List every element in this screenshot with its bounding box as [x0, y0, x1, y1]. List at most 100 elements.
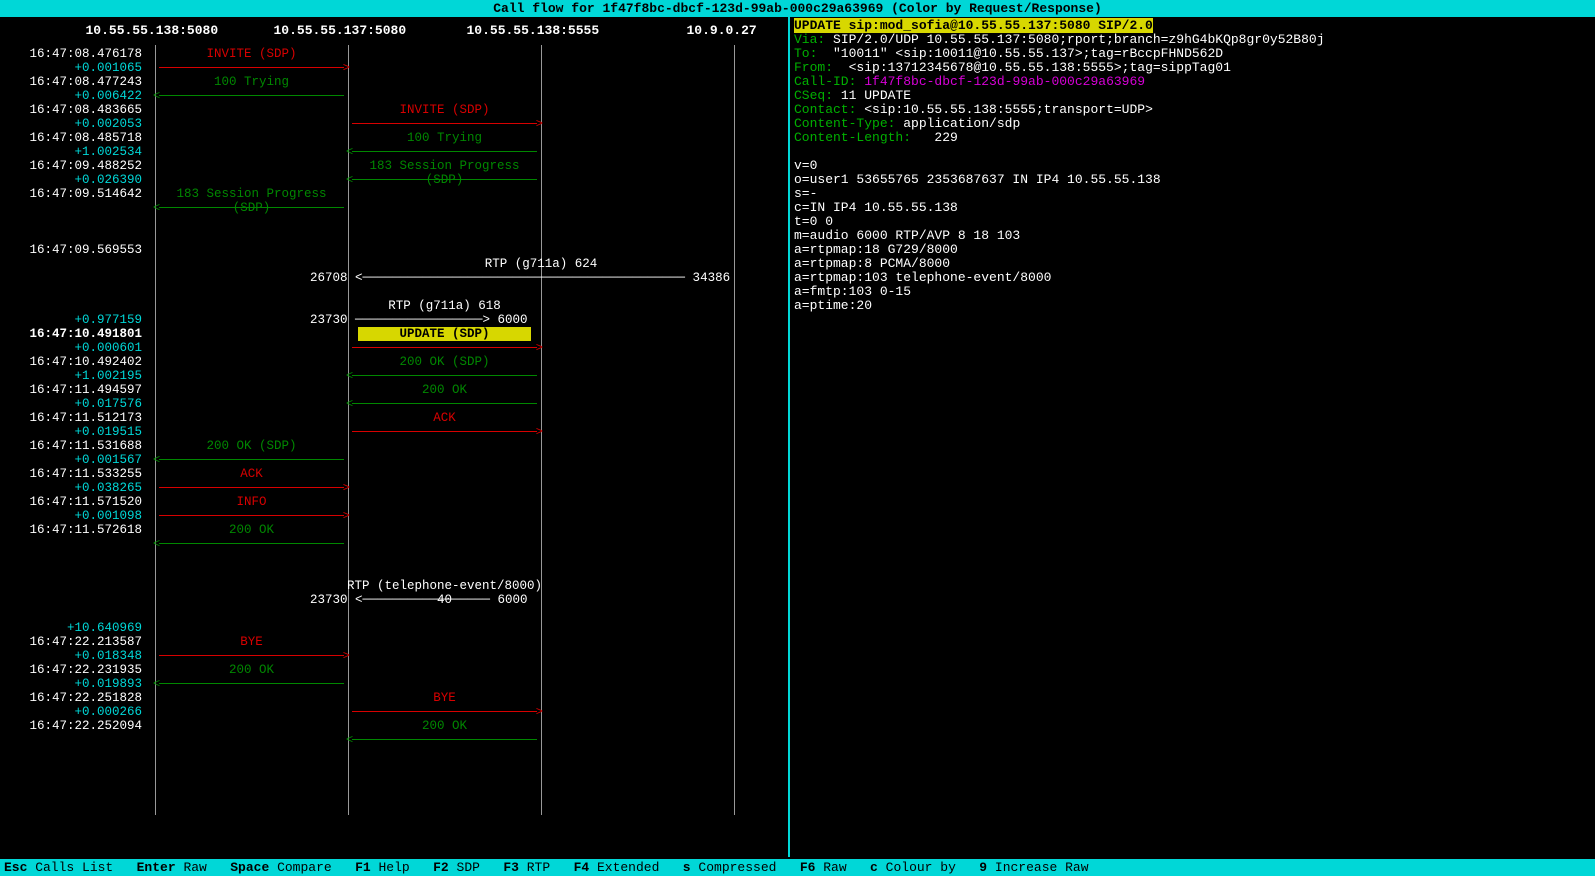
sip-arrow[interactable]: BYE> — [155, 635, 348, 663]
sip-arrow[interactable]: UPDATE (SDP) > — [348, 327, 541, 355]
timestamp-delta: +0.017576 — [74, 397, 142, 411]
sip-arrow[interactable]: INVITE (SDP)> — [155, 47, 348, 75]
arrow-label: ACK — [155, 467, 348, 481]
rtp-flow[interactable]: 23730 ─────────────────> 6000 — [310, 313, 528, 327]
rtp-flow[interactable]: 23730 <───────────────── 6000 — [310, 593, 528, 607]
sip-body-line: a=rtpmap:8 PCMA/8000 — [794, 257, 1591, 271]
arrow-head-icon: < — [153, 202, 160, 214]
rtp-flow[interactable]: 26708 <─────────────────────────────────… — [310, 271, 776, 285]
sip-arrow[interactable]: ACK> — [155, 467, 348, 495]
footer-key: F4 — [574, 860, 590, 875]
timestamp-abs: 16:47:10.491801 — [29, 327, 142, 341]
sip-arrow[interactable]: 200 OK< — [348, 719, 541, 747]
detail-panel[interactable]: UPDATE sip:mod_sofia@10.55.55.137:5080 S… — [790, 17, 1595, 857]
sip-header: From: <sip:13712345678@10.55.55.138:5555… — [794, 61, 1591, 75]
sip-header: Call-ID: 1f47f8bc-dbcf-123d-99ab-000c29a… — [794, 75, 1591, 89]
arrow-head-icon: < — [153, 90, 160, 102]
timestamp-delta: +0.002053 — [74, 117, 142, 131]
header-value: 229 — [911, 130, 958, 145]
footer-desc: SDP — [449, 860, 504, 875]
timestamp-abs: 16:47:11.531688 — [29, 439, 142, 453]
sip-arrow[interactable]: 200 OK (SDP)< — [348, 355, 541, 383]
arrow-head-icon: < — [346, 398, 353, 410]
flow-panel[interactable]: 10.55.55.138:508010.55.55.137:508010.55.… — [0, 17, 790, 857]
header-name: Via: — [794, 32, 825, 47]
arrow-label: INVITE (SDP) — [348, 103, 541, 117]
timestamp-abs: 16:47:08.476178 — [29, 47, 142, 61]
footer-desc: Raw — [815, 860, 870, 875]
timestamp-delta: +0.001065 — [74, 61, 142, 75]
timestamp-abs: 16:47:08.477243 — [29, 75, 142, 89]
sip-body-line: a=fmtp:103 0-15 — [794, 285, 1591, 299]
sip-arrow[interactable]: ACK> — [348, 411, 541, 439]
sip-arrow[interactable]: BYE> — [348, 691, 541, 719]
timestamp-delta: +0.026390 — [74, 173, 142, 187]
title-bar: Call flow for 1f47f8bc-dbcf-123d-99ab-00… — [0, 0, 1595, 17]
timestamp-delta: +0.018348 — [74, 649, 142, 663]
footer-desc: Raw — [176, 860, 231, 875]
sip-header: Via: SIP/2.0/UDP 10.55.55.137:5080;rport… — [794, 33, 1591, 47]
arrow-head-icon: < — [346, 146, 353, 158]
timestamp-delta: +0.000601 — [74, 341, 142, 355]
arrow-label: 200 OK — [348, 719, 541, 733]
sip-arrow[interactable]: 100 Trying< — [155, 75, 348, 103]
arrow-label: BYE — [348, 691, 541, 705]
arrow-head-icon: > — [343, 650, 350, 662]
sip-arrow[interactable]: 200 OK< — [155, 663, 348, 691]
arrow-label: BYE — [155, 635, 348, 649]
arrow-head-icon: > — [343, 482, 350, 494]
rtp-label: RTP (telephone-event/8000) 40 — [338, 579, 551, 593]
column-line — [734, 45, 735, 815]
timestamp-delta: +1.002195 — [74, 369, 142, 383]
header-value: application/sdp — [895, 116, 1020, 131]
timestamp-delta: +10.640969 — [67, 621, 142, 635]
sip-arrow[interactable]: 200 OK< — [155, 523, 348, 551]
sip-arrow[interactable]: 183 Session Progress (SDP)< — [348, 159, 541, 187]
sip-arrow[interactable]: 183 Session Progress (SDP)< — [155, 187, 348, 215]
footer-desc: Extended — [589, 860, 683, 875]
timestamp-delta: +0.019893 — [74, 677, 142, 691]
timestamp-delta: +1.002534 — [74, 145, 142, 159]
footer-desc: Compressed — [691, 860, 800, 875]
sip-body-line — [794, 145, 1591, 159]
timestamp-abs: 16:47:11.512173 — [29, 411, 142, 425]
sip-header: Content-Length: 229 — [794, 131, 1591, 145]
sip-arrow[interactable]: 100 Trying< — [348, 131, 541, 159]
timestamp-abs: 16:47:11.494597 — [29, 383, 142, 397]
sip-arrow[interactable]: 200 OK< — [348, 383, 541, 411]
sip-body-line: o=user1 53655765 2353687637 IN IP4 10.55… — [794, 173, 1591, 187]
arrow-label: 200 OK — [348, 383, 541, 397]
footer-desc: Help — [371, 860, 433, 875]
column-line — [155, 45, 156, 815]
arrow-label: INVITE (SDP) — [155, 47, 348, 61]
header-name: Contact: — [794, 102, 856, 117]
timestamp-abs: 16:47:11.533255 — [29, 467, 142, 481]
arrow-head-icon: > — [343, 62, 350, 74]
footer-desc: RTP — [519, 860, 574, 875]
sip-arrow[interactable]: INFO> — [155, 495, 348, 523]
timestamp-abs: 16:47:09.569553 — [29, 243, 142, 257]
arrow-label: UPDATE (SDP) — [358, 327, 531, 341]
footer-bar: Esc Calls List Enter Raw Space Compare F… — [0, 859, 1595, 876]
rtp-label: RTP (g711a) 618 — [338, 299, 551, 313]
timestamp-abs: 16:47:22.231935 — [29, 663, 142, 677]
sip-header: CSeq: 11 UPDATE — [794, 89, 1591, 103]
arrow-label: 200 OK — [155, 523, 348, 537]
arrow-head-icon: > — [536, 706, 543, 718]
arrow-head-icon: < — [346, 370, 353, 382]
sip-request-line: UPDATE sip:mod_sofia@10.55.55.137:5080 S… — [794, 18, 1153, 33]
sip-arrow[interactable]: 200 OK (SDP)< — [155, 439, 348, 467]
arrow-head-icon: < — [153, 454, 160, 466]
timestamp-abs: 16:47:11.571520 — [29, 495, 142, 509]
header-value: "10011" <sip:10011@10.55.55.137>;tag=rBc… — [817, 46, 1223, 61]
arrow-head-icon: > — [536, 118, 543, 130]
arrow-head-icon: < — [346, 174, 353, 186]
sip-arrow[interactable]: INVITE (SDP)> — [348, 103, 541, 131]
footer-key: s — [683, 860, 691, 875]
footer-key: Esc — [4, 860, 27, 875]
timestamp-delta: +0.038265 — [74, 481, 142, 495]
header-value: 1f47f8bc-dbcf-123d-99ab-000c29a63969 — [856, 74, 1145, 89]
arrow-head-icon: > — [536, 342, 543, 354]
arrow-label: 200 OK — [155, 663, 348, 677]
sip-body-line: t=0 0 — [794, 215, 1591, 229]
